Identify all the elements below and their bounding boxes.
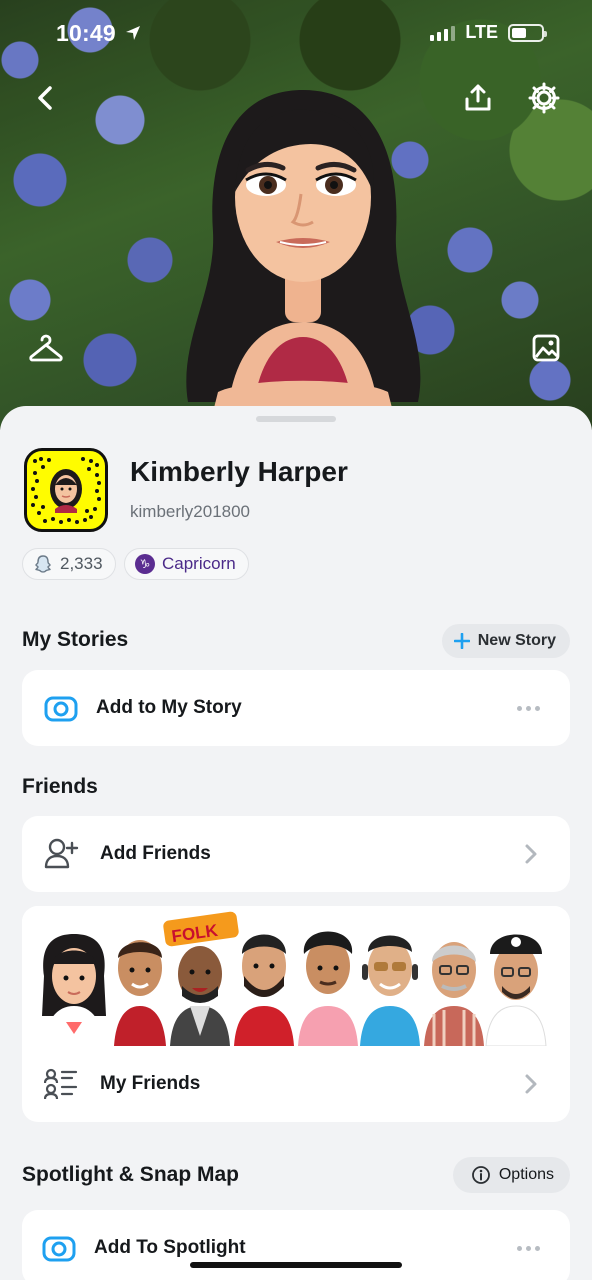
more-options-icon[interactable] <box>517 705 540 711</box>
new-story-label: New Story <box>477 632 556 649</box>
add-to-my-story-card[interactable]: Add to My Story <box>22 670 570 746</box>
add-friends-card[interactable]: Add Friends <box>22 816 570 892</box>
add-friend-icon <box>44 838 79 869</box>
friend-bitmoji <box>298 931 358 1046</box>
friend-bitmoji <box>424 942 484 1046</box>
cellular-signal-icon <box>430 25 456 41</box>
snap-score-value: 2,333 <box>60 554 103 573</box>
my-friends-card[interactable]: FOLK My Friends <box>22 906 570 1122</box>
status-time-text: 10:49 <box>56 20 116 46</box>
battery-icon <box>508 23 547 42</box>
options-button[interactable]: Options <box>452 1157 570 1193</box>
camera-icon <box>44 696 78 722</box>
chevron-right-icon <box>525 844 537 864</box>
back-button[interactable] <box>26 78 66 118</box>
add-to-spotlight-row[interactable]: Add To Spotlight <box>22 1210 570 1280</box>
zodiac-chip[interactable]: ♑ Capricorn <box>124 548 249 580</box>
snapcode[interactable] <box>24 448 108 532</box>
my-friends-row[interactable]: My Friends <box>22 1046 570 1122</box>
status-indicators: LTE <box>430 22 547 43</box>
bitmoji-avatar[interactable] <box>168 82 438 412</box>
my-friends-label: My Friends <box>100 1073 201 1094</box>
network-type: LTE <box>465 22 498 42</box>
snap-score-chip[interactable]: 2,333 <box>22 548 116 580</box>
friends-heading: Friends <box>22 775 98 798</box>
location-arrow-icon <box>126 26 141 40</box>
add-friends-label: Add Friends <box>100 843 211 864</box>
status-time: 10:49 <box>56 20 142 47</box>
my-stories-heading: My Stories <box>22 628 129 651</box>
hanger-icon <box>29 334 63 362</box>
image-icon <box>532 334 560 362</box>
add-to-my-story-label: Add to My Story <box>96 697 242 718</box>
friend-bitmoji <box>42 934 106 1046</box>
friend-bitmoji <box>360 935 420 1046</box>
friends-list-icon <box>44 1068 78 1100</box>
zodiac-label: Capricorn <box>162 554 236 573</box>
friends-bitmoji-strip: FOLK <box>22 906 570 1046</box>
camera-icon <box>42 1236 76 1262</box>
snapcode-pattern <box>31 457 101 524</box>
friend-bitmoji <box>114 940 166 1046</box>
new-story-button[interactable]: New Story <box>441 624 570 658</box>
more-options-icon[interactable] <box>517 1245 540 1251</box>
friend-bitmoji <box>485 934 547 1046</box>
profile-username: kimberly201800 <box>130 502 251 521</box>
settings-button[interactable] <box>524 78 564 118</box>
ghost-icon <box>35 555 51 573</box>
spotlight-heading: Spotlight & Snap Map <box>22 1163 239 1186</box>
chevron-right-icon <box>525 1074 537 1094</box>
share-button[interactable] <box>458 78 498 118</box>
friends-bitmoji-group: FOLK <box>42 911 547 1046</box>
gear-icon <box>528 82 560 114</box>
plus-icon <box>453 633 470 649</box>
profile-display-name: Kimberly Harper <box>130 456 348 487</box>
add-to-spotlight-label: Add To Spotlight <box>94 1237 246 1258</box>
wardrobe-button[interactable] <box>26 328 66 368</box>
options-label: Options <box>498 1166 554 1183</box>
add-to-spotlight-card[interactable]: Add To Spotlight <box>22 1210 570 1280</box>
capricorn-icon: ♑ <box>135 554 155 574</box>
chevron-left-icon <box>38 86 52 110</box>
share-upload-icon <box>465 84 491 111</box>
add-friends-row[interactable]: Add Friends <box>22 816 570 892</box>
add-to-my-story-row[interactable]: Add to My Story <box>22 670 570 746</box>
info-icon <box>471 1166 490 1184</box>
profile-sheet: Kimberly Harper kimberly201800 2,333 ♑ C… <box>0 406 592 1280</box>
home-indicator[interactable] <box>190 1262 402 1268</box>
sheet-grabber[interactable] <box>256 416 336 422</box>
change-background-button[interactable] <box>526 328 566 368</box>
friend-bitmoji <box>234 934 294 1046</box>
